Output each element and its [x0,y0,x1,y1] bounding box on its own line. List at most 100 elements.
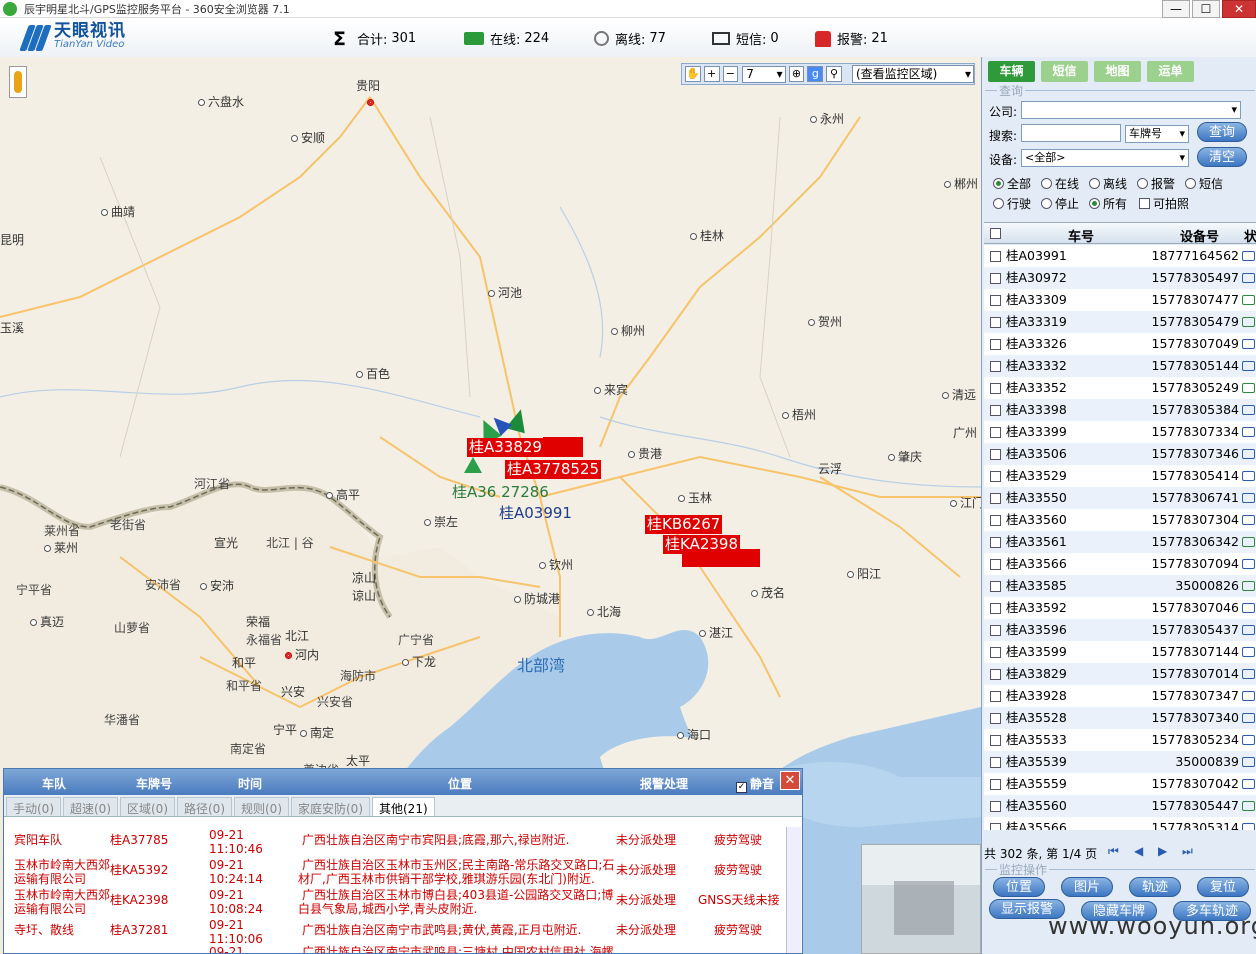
row-checkbox[interactable] [990,603,1001,614]
row-checkbox[interactable] [990,427,1001,438]
row-checkbox[interactable] [990,317,1001,328]
row-checkbox[interactable] [990,361,1001,372]
radio-online[interactable]: 在线 [1041,175,1079,192]
picture-button[interactable]: 图片 [1061,877,1113,897]
query-button[interactable]: 查询 [1197,122,1247,142]
row-checkbox[interactable] [990,273,1001,284]
vehicle-label-alarm-overlap[interactable] [682,549,760,567]
prev-page-icon[interactable]: ◀ [1134,844,1143,858]
vehicle-row[interactable]: 桂A03991 18777164562 [984,245,1256,267]
device-select[interactable]: <全部> [1021,149,1189,167]
tab-map[interactable]: 地图 [1094,61,1141,82]
locate-button[interactable]: 位置 [993,877,1045,897]
row-checkbox[interactable] [990,339,1001,350]
radio-driving[interactable]: 行驶 [993,195,1031,212]
tab-vehicles[interactable]: 车辆 [988,61,1035,82]
vehicle-row[interactable]: 桂A35560 15778305447 [984,795,1256,817]
radio-alarm[interactable]: 报警 [1137,175,1175,192]
vehicle-label-online[interactable]: 桂A36 27286 [452,481,549,502]
row-checkbox[interactable] [990,779,1001,790]
row-checkbox[interactable] [990,493,1001,504]
radio-offline[interactable]: 离线 [1089,175,1127,192]
zoom-out-icon[interactable]: − [722,66,739,82]
row-checkbox[interactable] [990,383,1001,394]
row-checkbox[interactable] [990,713,1001,724]
vehicle-row[interactable]: 桂A33319 15778305479 [984,311,1256,333]
last-page-icon[interactable]: ⏭ [1182,844,1193,859]
overview-minimap[interactable] [861,844,981,954]
vehicle-row[interactable]: 桂A33332 15778305144 [984,355,1256,377]
tab-route[interactable]: 路径(0) [177,797,232,816]
search-type-select[interactable]: 车牌号 [1125,125,1189,143]
row-checkbox[interactable] [990,515,1001,526]
vehicle-row[interactable]: 桂A33309 15778307477 [984,289,1256,311]
radio-any[interactable]: 所有 [1089,195,1127,212]
clear-button[interactable]: 清空 [1197,147,1247,167]
radio-sms[interactable]: 短信 [1185,175,1223,192]
vehicle-row[interactable]: 桂A33560 15778307304 [984,509,1256,531]
vehicle-row[interactable]: 桂A30972 15778305497 [984,267,1256,289]
row-checkbox[interactable] [990,581,1001,592]
vehicle-row[interactable]: 桂A33550 15778306741 [984,487,1256,509]
row-checkbox[interactable] [990,537,1001,548]
google-map-icon[interactable]: g [807,66,824,82]
reset-button[interactable]: 复位 [1197,877,1249,897]
vehicle-row[interactable]: 桂A33326 15778307049 [984,333,1256,355]
rect-zoom-icon[interactable]: ⊕ [788,66,805,82]
vehicle-label-offline[interactable]: 桂A03991 [499,502,572,523]
pan-hand-icon[interactable]: ✋ [685,66,701,82]
vehicle-row[interactable]: 桂A35539 35000839 [984,751,1256,773]
row-checkbox[interactable] [990,559,1001,570]
map-view[interactable]: ✋ + − 7 ⊕ g ⚲ (查看监控区域) 贵阳 六盘水 安顺 永州 曲靖 昆… [0,57,981,954]
vehicle-row[interactable]: 桂A35559 15778307042 [984,773,1256,795]
vehicle-row[interactable]: 桂A33829 15778307014 [984,663,1256,685]
vehicle-row[interactable]: 桂A33352 15778305249 [984,377,1256,399]
row-checkbox[interactable] [990,471,1001,482]
row-checkbox[interactable] [990,625,1001,636]
vehicle-row[interactable]: 桂A33561 15778306342 [984,531,1256,553]
minimize-button[interactable]: — [1162,0,1190,18]
vehicle-row[interactable]: 桂A35528 15778307340 [984,707,1256,729]
vehicle-label-alarm-overlap[interactable] [543,437,583,457]
tab-other[interactable]: 其他(21) [372,797,435,816]
zoom-level-select[interactable]: 7 [742,65,786,83]
vehicle-row[interactable]: 桂A33399 15778307334 [984,421,1256,443]
row-checkbox[interactable] [990,801,1001,812]
row-checkbox[interactable] [990,295,1001,306]
monitor-area-select[interactable]: (查看监控区域) [851,65,974,83]
row-checkbox[interactable] [990,669,1001,680]
row-checkbox[interactable] [990,757,1001,768]
vehicle-row[interactable]: 桂A33506 15778307346 [984,443,1256,465]
alarm-row[interactable]: 宾阳车队 桂A37785 09-21 11:10:46 广西壮族自治区南宁市宾阳… [4,828,786,861]
vehicle-row[interactable]: 桂A33585 35000826 [984,575,1256,597]
search-input[interactable] [1021,124,1121,142]
tab-overspeed[interactable]: 超速(0) [63,797,118,816]
row-checkbox[interactable] [990,251,1001,262]
zoom-in-icon[interactable]: + [703,66,720,82]
alarm-row[interactable]: 玉林市岭南大西郊运输有限公司 桂KA2398 09-21 10:08:24 广西… [4,888,786,921]
close-window-button[interactable]: ✕ [1222,0,1256,18]
vehicle-row[interactable]: 桂A33599 15778307144 [984,641,1256,663]
first-page-icon[interactable]: ⏮ [1108,844,1119,859]
row-checkbox[interactable] [990,405,1001,416]
vehicle-row[interactable]: 桂A33566 15778307094 [984,553,1256,575]
alarm-row[interactable]: 玉林市岭南大西郊运输有限公司 桂KA5392 09-21 10:24:14 广西… [4,858,786,891]
vehicle-label-alarm[interactable]: 桂A3778525 [505,460,602,479]
next-page-icon[interactable]: ▶ [1158,844,1167,858]
track-button[interactable]: 轨迹 [1129,877,1181,897]
tab-manual[interactable]: 手动(0) [6,797,61,816]
vehicle-row[interactable]: 桂A33398 15778305384 [984,399,1256,421]
vehicle-row[interactable]: 桂A35566 15778305314 [984,817,1256,830]
tab-rule[interactable]: 规则(0) [234,797,289,816]
vehicle-row[interactable]: 桂A33592 15778307046 [984,597,1256,619]
street-view-pegman[interactable] [9,66,27,98]
tab-area[interactable]: 区域(0) [120,797,175,816]
vehicle-label-alarm[interactable]: 桂A33829 [467,438,544,457]
select-all-checkbox[interactable] [990,228,1001,239]
maximize-button[interactable]: ☐ [1192,0,1220,18]
tab-sms[interactable]: 短信 [1041,61,1088,82]
vehicle-row[interactable]: 桂A33928 15778307347 [984,685,1256,707]
mute-checkbox[interactable]: ✓ 静音 [735,775,774,793]
measure-icon[interactable]: ⚲ [826,66,842,82]
company-select[interactable] [1021,101,1241,119]
